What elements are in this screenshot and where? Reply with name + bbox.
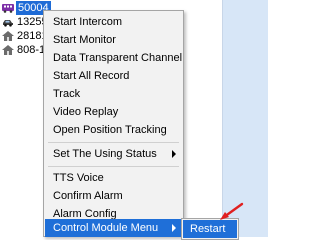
menu-item-set-the-using-status[interactable]: Set The Using Status <box>45 145 182 163</box>
submenu-arrow-icon <box>172 150 176 158</box>
vehicle-bus-icon <box>2 4 14 13</box>
house-icon <box>2 31 14 41</box>
menu-item-data-transparent-channel[interactable]: Data Transparent Channel <box>45 49 182 67</box>
annotation-arrow-icon <box>220 202 244 220</box>
menu-item-label: Control Module Menu <box>53 222 159 234</box>
menu-item-start-all-record[interactable]: Start All Record <box>45 67 182 85</box>
menu-separator <box>48 166 179 167</box>
menu-item-confirm-alarm[interactable]: Confirm Alarm <box>45 187 182 205</box>
menu-separator <box>48 142 179 143</box>
submenu-item-restart[interactable]: Restart <box>183 220 237 238</box>
house-icon <box>2 45 14 55</box>
tree-item-label: 808-1 <box>17 44 46 56</box>
menu-item-tts-voice[interactable]: TTS Voice <box>45 169 182 187</box>
menu-item-start-monitor[interactable]: Start Monitor <box>45 31 182 49</box>
menu-item-video-replay[interactable]: Video Replay <box>45 103 182 121</box>
menu-item-label: Set The Using Status <box>53 148 157 160</box>
submenu-arrow-icon <box>172 224 176 232</box>
vehicle-car-icon <box>3 20 13 27</box>
context-menu: Start Intercom Start Monitor Data Transp… <box>43 10 184 237</box>
menu-item-start-intercom[interactable]: Start Intercom <box>45 13 182 31</box>
menu-item-control-module-menu[interactable]: Control Module Menu <box>45 219 182 237</box>
menu-item-track[interactable]: Track <box>45 85 182 103</box>
menu-item-open-position-tracking[interactable]: Open Position Tracking <box>45 121 182 139</box>
